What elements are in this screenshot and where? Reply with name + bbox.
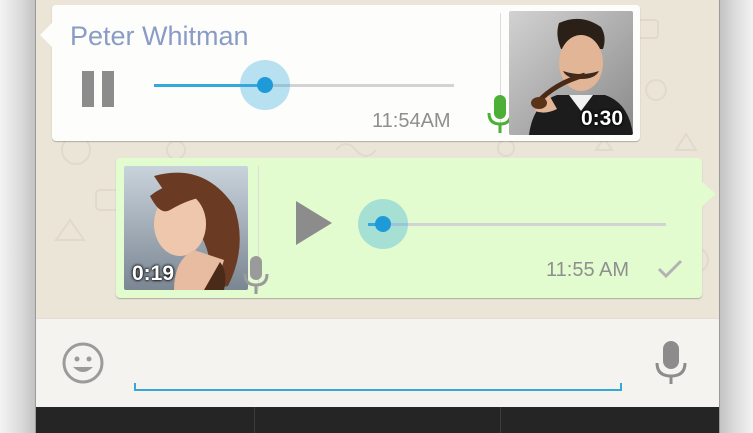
mic-icon[interactable] <box>653 339 689 385</box>
phone-frame-left <box>0 0 36 433</box>
emoji-icon[interactable] <box>61 341 105 385</box>
system-navigation-bar <box>36 407 719 433</box>
chat-screen: Peter Whitman 11:54AM 0:30 0:19 11:55 AM <box>36 0 719 433</box>
voice-duration: 0:30 <box>580 107 623 130</box>
seekbar-thumb-dot <box>375 216 391 232</box>
navbar-divider <box>500 407 501 433</box>
seekbar-thumb-dot <box>257 77 273 93</box>
check-icon <box>657 259 683 279</box>
voice-duration: 0:19 <box>132 262 175 285</box>
seekbar-track <box>368 223 666 226</box>
compose-bar <box>36 318 719 409</box>
sender-name: Peter Whitman <box>70 21 249 51</box>
message-time: 11:55 AM <box>546 259 630 281</box>
navbar-divider <box>254 407 255 433</box>
message-input-underline <box>134 383 622 391</box>
seekbar-thumb[interactable] <box>240 60 290 110</box>
sender-avatar-photo[interactable]: 0:30 <box>509 11 633 135</box>
bubble-tail <box>702 182 716 206</box>
audio-seekbar[interactable] <box>154 60 454 110</box>
outgoing-voice-message: 0:19 11:55 AM <box>116 158 716 298</box>
audio-seekbar[interactable] <box>358 199 666 249</box>
play-icon[interactable] <box>296 201 332 245</box>
mic-icon <box>243 256 269 294</box>
bubble-tail <box>40 23 52 47</box>
message-time: 11:54AM <box>372 110 451 132</box>
pause-icon[interactable] <box>82 71 116 107</box>
seekbar-thumb[interactable] <box>358 199 408 249</box>
phone-frame-right <box>719 0 753 433</box>
own-avatar-photo[interactable]: 0:19 <box>124 166 248 290</box>
incoming-voice-message: Peter Whitman 11:54AM 0:30 <box>40 5 640 141</box>
